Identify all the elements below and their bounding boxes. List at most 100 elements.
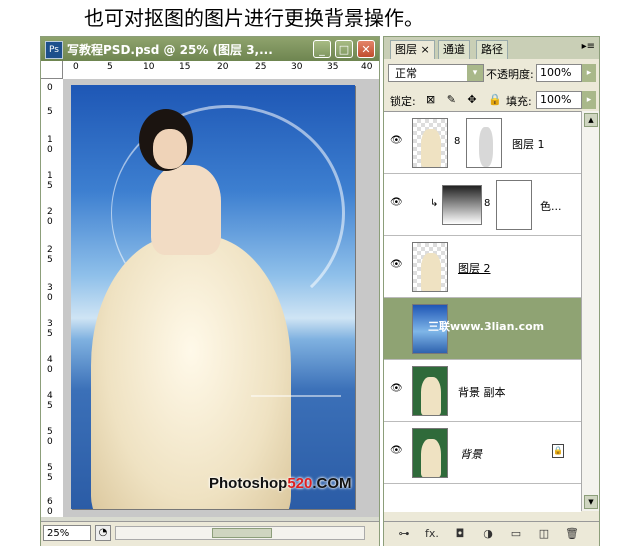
dress-shape xyxy=(91,235,291,509)
ruler-v-label: 5 0 xyxy=(47,427,53,447)
eye-icon[interactable]: 👁 xyxy=(390,260,404,270)
eye-icon[interactable]: 👁 xyxy=(390,384,404,394)
fill-field[interactable]: 100% xyxy=(536,91,582,109)
layer-row[interactable]: 👁 ↳ 8 色... xyxy=(384,174,581,236)
layer-thumbnail xyxy=(412,118,448,168)
watermark-prefix: Photoshop xyxy=(209,475,288,492)
ruler-h-label: 0 xyxy=(73,62,79,72)
layer-row[interactable]: 👁 背景 副本 xyxy=(384,360,581,422)
link-icon[interactable]: 8 xyxy=(484,198,490,209)
ruler-v-label: 3 0 xyxy=(47,283,53,303)
ruler-v-label: 2 0 xyxy=(47,207,53,227)
scroll-up-arrow-icon[interactable]: ▲ xyxy=(584,113,598,127)
watermark-suffix: .COM xyxy=(312,475,352,492)
trash-icon[interactable]: 🗑 xyxy=(564,526,580,542)
close-button[interactable]: ✕ xyxy=(357,40,375,58)
document-window: Ps 写教程PSD.psd @ 25% (图层 3,... _ □ ✕ 0 5 … xyxy=(40,36,380,546)
maximize-button[interactable]: □ xyxy=(335,40,353,58)
bride-thumbnail-shape xyxy=(421,129,441,167)
adjustment-thumbnail xyxy=(442,185,482,225)
link-icon[interactable]: 8 xyxy=(454,136,460,147)
zoom-field[interactable]: 25% xyxy=(43,525,91,541)
opacity-label: 不透明度: xyxy=(486,68,534,81)
ruler-v-label: 0 xyxy=(47,83,53,93)
ruler-v-label: 6 0 xyxy=(47,497,53,517)
layer-style-icon[interactable]: fx. xyxy=(424,526,440,542)
layer-mask-thumbnail[interactable] xyxy=(466,118,502,168)
caption-text: 也可对抠图的图片进行更换背景操作。 xyxy=(84,6,424,30)
layer-mask-thumbnail[interactable] xyxy=(496,180,532,230)
ruler-v-label: 2 5 xyxy=(47,245,53,265)
lock-options-icon[interactable]: ⊠ ✎ ✥ 🔒 xyxy=(426,93,506,106)
bride-face xyxy=(153,129,187,169)
sea-reflection xyxy=(251,395,341,397)
eye-icon[interactable]: 👁 xyxy=(390,198,404,208)
ruler-h-label: 20 xyxy=(217,62,229,72)
panel-tabs: 图层 × 通道 路径 ▸≡ xyxy=(384,37,599,59)
layer-name: 色... xyxy=(540,200,562,213)
ruler-v-label: 3 5 xyxy=(47,319,53,339)
watermark-text: Photoshop520.COM xyxy=(209,475,352,492)
layer-row[interactable]: 👁 图层 2 xyxy=(384,236,581,298)
adjustment-layer-icon[interactable]: ◑ xyxy=(480,526,496,542)
bride-thumbnail-shape xyxy=(421,377,441,415)
ruler-h-label: 5 xyxy=(107,62,113,72)
layers-list: 👁 8 图层 1 👁 ↳ 8 色... 👁 图层 2 三联www.3lian.c… xyxy=(384,111,581,512)
status-menu-icon[interactable]: ◔ xyxy=(95,525,111,541)
bride-thumbnail-shape xyxy=(421,253,441,291)
horizontal-scrollbar[interactable] xyxy=(115,526,365,540)
layer-row[interactable]: 👁 8 图层 1 xyxy=(384,112,581,174)
ruler-v-label: 4 5 xyxy=(47,391,53,411)
bride-thumbnail-shape xyxy=(421,439,441,477)
photoshop-icon: Ps xyxy=(45,41,63,59)
ruler-v-label: 4 0 xyxy=(47,355,53,375)
lock-icon: 🔒 xyxy=(552,444,564,458)
selected-layer-overlay-text: 三联www.3lian.com xyxy=(428,320,545,333)
vertical-ruler[interactable]: 0 5 1 0 1 5 2 0 2 5 3 0 3 5 4 0 4 5 5 0 … xyxy=(41,79,64,517)
opacity-field[interactable]: 100% xyxy=(536,64,582,82)
fill-label: 填充: xyxy=(506,95,532,108)
document-statusbar: 25% ◔ xyxy=(41,521,379,546)
minimize-button[interactable]: _ xyxy=(313,40,331,58)
ruler-v-label: 5 xyxy=(47,107,53,117)
fill-slider-arrow-icon[interactable]: ▸ xyxy=(582,91,596,109)
blend-mode-value: 正常 xyxy=(395,67,417,80)
ruler-v-label: 1 0 xyxy=(47,135,53,155)
tab-layers[interactable]: 图层 × xyxy=(390,40,435,59)
layer-name: 背景 副本 xyxy=(458,386,506,399)
ruler-v-label: 5 5 xyxy=(47,463,53,483)
document-title: 写教程PSD.psd @ 25% (图层 3,... xyxy=(67,43,273,57)
document-titlebar[interactable]: Ps 写教程PSD.psd @ 25% (图层 3,... _ □ ✕ xyxy=(41,37,379,61)
tab-channels[interactable]: 通道 xyxy=(438,40,470,59)
watermark-number: 520 xyxy=(287,475,313,492)
layer-thumbnail xyxy=(412,428,448,478)
scroll-thumb[interactable] xyxy=(212,528,272,538)
scroll-down-arrow-icon[interactable]: ▼ xyxy=(584,495,598,509)
layer-row[interactable]: 👁 背景 🔒 xyxy=(384,422,581,484)
canvas-area[interactable]: Photoshop520.COM xyxy=(63,79,379,517)
layers-scrollbar[interactable]: ▲ ▼ xyxy=(581,111,599,511)
layer-row-selected[interactable]: 三联www.3lian.com xyxy=(384,298,581,360)
chevron-down-icon[interactable]: ▾ xyxy=(467,65,483,81)
ruler-h-label: 35 xyxy=(327,62,339,72)
tab-paths[interactable]: 路径 xyxy=(476,40,508,59)
ruler-h-label: 10 xyxy=(143,62,155,72)
new-group-icon[interactable]: ▭ xyxy=(508,526,524,542)
eye-icon[interactable]: 👁 xyxy=(390,136,404,146)
panel-menu-icon[interactable]: ▸≡ xyxy=(582,41,595,52)
layer-thumbnail xyxy=(412,366,448,416)
opacity-slider-arrow-icon[interactable]: ▸ xyxy=(582,64,596,82)
bride-photo[interactable]: Photoshop520.COM xyxy=(71,85,355,509)
ruler-h-label: 40 xyxy=(361,62,373,72)
add-mask-icon[interactable]: ◘ xyxy=(452,526,468,542)
new-layer-icon[interactable]: ◫ xyxy=(536,526,552,542)
lock-label: 锁定: xyxy=(390,95,416,108)
link-layers-icon[interactable]: ⊶ xyxy=(396,526,412,542)
ruler-origin[interactable] xyxy=(41,61,63,79)
blend-mode-select[interactable]: 正常 ▾ xyxy=(388,64,484,82)
eye-icon[interactable]: 👁 xyxy=(390,446,404,456)
horizontal-ruler[interactable]: 0 5 10 15 20 25 30 35 40 xyxy=(63,61,379,80)
layer-name: 图层 1 xyxy=(512,138,545,151)
layer-name: 图层 2 xyxy=(458,262,491,275)
ruler-h-label: 25 xyxy=(255,62,267,72)
